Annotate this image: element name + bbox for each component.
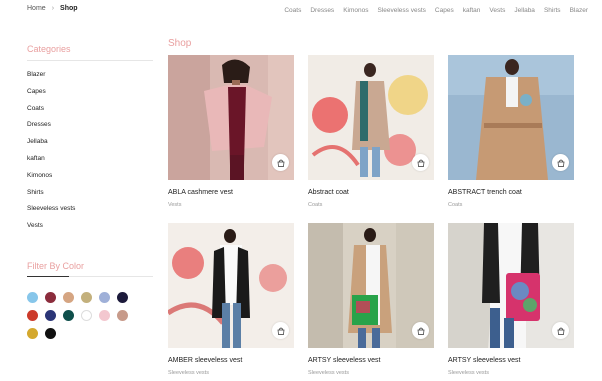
nav-link-sleeveless-vests[interactable]: Sleeveless vests xyxy=(377,7,425,14)
shopping-bag-icon xyxy=(557,159,564,167)
divider xyxy=(27,60,153,61)
categories-heading: Categories xyxy=(27,44,71,54)
chevron-right-icon: › xyxy=(51,5,55,12)
color-swatch[interactable] xyxy=(99,310,110,321)
category-nav: Coats Dresses Kimonos Sleeveless vests C… xyxy=(284,7,588,14)
product-name[interactable]: ARTSY sleeveless vest xyxy=(308,357,434,364)
category-link-kimonos[interactable]: Kimonos xyxy=(27,172,153,189)
product-image[interactable] xyxy=(308,223,434,348)
color-swatch[interactable] xyxy=(81,310,92,321)
shopping-bag-icon xyxy=(417,327,424,335)
category-link-vests[interactable]: Vests xyxy=(27,222,153,239)
category-link-dresses[interactable]: Dresses xyxy=(27,121,153,138)
color-filter-heading: Filter By Color xyxy=(27,261,85,271)
product-image[interactable] xyxy=(448,223,574,348)
divider xyxy=(27,276,69,277)
add-to-cart-button[interactable] xyxy=(412,154,429,171)
nav-link-kaftan[interactable]: kaftan xyxy=(463,7,481,14)
add-to-cart-button[interactable] xyxy=(272,154,289,171)
color-swatch[interactable] xyxy=(99,292,110,303)
add-to-cart-button[interactable] xyxy=(552,154,569,171)
category-link-coats[interactable]: Coats xyxy=(27,105,153,122)
product-image[interactable] xyxy=(308,55,434,180)
color-swatch[interactable] xyxy=(117,310,128,321)
category-link-sleeveless-vests[interactable]: Sleeveless vests xyxy=(27,205,153,222)
color-swatch[interactable] xyxy=(45,328,56,339)
color-swatch[interactable] xyxy=(45,310,56,321)
product-name[interactable]: Abstract coat xyxy=(308,189,434,196)
color-swatch-grid xyxy=(27,292,137,339)
product-category: Coats xyxy=(448,202,463,208)
breadcrumb-current: Shop xyxy=(60,5,78,12)
category-link-jellaba[interactable]: Jellaba xyxy=(27,138,153,155)
shopping-bag-icon xyxy=(277,159,284,167)
color-swatch[interactable] xyxy=(117,292,128,303)
product-category: Sleeveless vests xyxy=(168,370,209,376)
product-card: Abstract coat Coats xyxy=(308,55,434,208)
color-swatch[interactable] xyxy=(81,292,92,303)
shopping-bag-icon xyxy=(417,159,424,167)
category-link-kaftan[interactable]: kaftan xyxy=(27,155,153,172)
product-card: ARTSY sleeveless vest Sleeveless vests xyxy=(448,223,574,376)
nav-link-coats[interactable]: Coats xyxy=(284,7,301,14)
add-to-cart-button[interactable] xyxy=(552,322,569,339)
nav-link-dresses[interactable]: Dresses xyxy=(310,7,334,14)
top-bar: Home › Shop Coats Dresses Kimonos Sleeve… xyxy=(0,0,602,22)
product-card: ABSTRACT trench coat Coats xyxy=(448,55,574,208)
color-swatch[interactable] xyxy=(63,310,74,321)
nav-link-blazer[interactable]: Blazer xyxy=(570,7,588,14)
nav-link-capes[interactable]: Capes xyxy=(435,7,454,14)
add-to-cart-button[interactable] xyxy=(412,322,429,339)
product-image[interactable] xyxy=(448,55,574,180)
sidebar: Categories Blazer Capes Coats Dresses Je… xyxy=(27,44,153,239)
category-list: Blazer Capes Coats Dresses Jellaba kafta… xyxy=(27,71,153,239)
color-swatch[interactable] xyxy=(45,292,56,303)
nav-link-shirts[interactable]: Shirts xyxy=(544,7,561,14)
product-category: Sleeveless vests xyxy=(448,370,489,376)
category-link-capes[interactable]: Capes xyxy=(27,88,153,105)
color-swatch[interactable] xyxy=(63,292,74,303)
product-card: ARTSY sleeveless vest Sleeveless vests xyxy=(308,223,434,376)
product-category: Vests xyxy=(168,202,182,208)
product-name[interactable]: ARTSY sleeveless vest xyxy=(448,357,574,364)
product-category: Coats xyxy=(308,202,323,208)
nav-link-kimonos[interactable]: Kimonos xyxy=(343,7,368,14)
page-title: Shop xyxy=(168,38,192,49)
product-category: Sleeveless vests xyxy=(308,370,349,376)
nav-link-vests[interactable]: Vests xyxy=(489,7,505,14)
add-to-cart-button[interactable] xyxy=(272,322,289,339)
color-swatch[interactable] xyxy=(27,310,38,321)
shopping-bag-icon xyxy=(557,327,564,335)
product-name[interactable]: AMBER sleeveless vest xyxy=(168,357,294,364)
product-name[interactable]: ABLA cashmere vest xyxy=(168,189,294,196)
breadcrumb: Home › Shop xyxy=(27,5,78,12)
product-name[interactable]: ABSTRACT trench coat xyxy=(448,189,574,196)
category-link-shirts[interactable]: Shirts xyxy=(27,189,153,206)
breadcrumb-home-link[interactable]: Home xyxy=(27,5,46,12)
product-image[interactable] xyxy=(168,223,294,348)
color-swatch[interactable] xyxy=(27,292,38,303)
product-card: ABLA cashmere vest Vests xyxy=(168,55,294,208)
category-link-blazer[interactable]: Blazer xyxy=(27,71,153,88)
product-card: AMBER sleeveless vest Sleeveless vests xyxy=(168,223,294,376)
product-image[interactable] xyxy=(168,55,294,180)
color-swatch[interactable] xyxy=(27,328,38,339)
nav-link-jellaba[interactable]: Jellaba xyxy=(514,7,535,14)
shopping-bag-icon xyxy=(277,327,284,335)
